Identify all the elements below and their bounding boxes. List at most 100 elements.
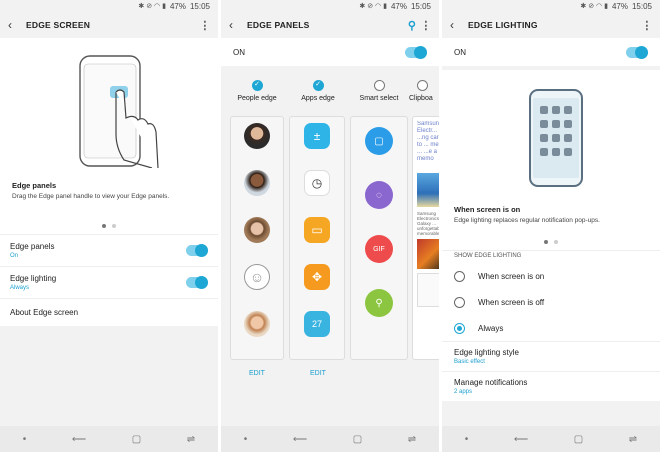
battery-text: 47%: [611, 1, 628, 11]
status-bar: ✱ ⊘ ◠ ▮ 47% 15:05: [0, 0, 218, 12]
people-edit-link[interactable]: EDIT: [227, 370, 287, 377]
apps-edit-link[interactable]: EDIT: [288, 370, 348, 377]
calculator-icon[interactable]: ±: [304, 123, 330, 149]
lighting-heading: When screen is on: [454, 205, 521, 214]
people-edge-select[interactable]: ✓ People edge: [227, 80, 287, 102]
page-indicator: [0, 218, 218, 234]
clock-icon[interactable]: ◷: [304, 170, 330, 196]
radio-button-selected[interactable]: [454, 322, 465, 334]
more-options-icon[interactable]: ⋮: [198, 19, 212, 32]
edge-hand-illustration: [79, 55, 159, 169]
edge-panels-setting[interactable]: Edge panels On: [0, 234, 218, 266]
contact-avatar[interactable]: [244, 311, 270, 337]
edge-screen-phone: ✱ ⊘ ◠ ▮ 47% 15:05 ‹ EDGE SCREEN ⋮ Edge p…: [0, 0, 218, 452]
setting-label: Edge lighting: [10, 274, 57, 283]
option-label: When screen is off: [478, 297, 545, 307]
radio-button[interactable]: [454, 296, 465, 308]
recents-icon[interactable]: ⇌: [187, 434, 195, 445]
home-icon[interactable]: ▢: [132, 434, 141, 445]
edge-panels-phone: ✱ ⊘ ◠ ▮ 47% 15:05 ‹ EDGE PANELS ⚲ ⋮ ON ✓…: [221, 0, 439, 452]
dot-icon[interactable]: •: [23, 434, 27, 445]
edge-lighting-phone: ✱ ⊘ ◠ ▮ 47% 15:05 ‹ EDGE LIGHTING ⋮ ON W…: [442, 0, 660, 452]
nav-bar: • ⟵ ▢ ⇌: [0, 426, 218, 452]
search-icon[interactable]: ⚲: [405, 19, 419, 32]
folder-icon[interactable]: ▭: [304, 217, 330, 243]
dot-icon[interactable]: •: [465, 434, 469, 445]
smart-select-select[interactable]: Smart select: [349, 80, 409, 102]
nav-bar: • ⟵ ▢ ⇌: [221, 426, 439, 452]
smart-select-panel[interactable]: ▢ ◌ GIF ⚲: [350, 116, 408, 360]
edge-panels-toggle[interactable]: [186, 244, 208, 257]
clock: 15:05: [410, 1, 431, 11]
option-screen-on[interactable]: When screen is on: [442, 263, 660, 289]
contact-avatar[interactable]: [244, 217, 270, 243]
panel-label: Smart select: [359, 95, 399, 102]
setting-sub: On: [10, 253, 19, 259]
back-nav-icon[interactable]: ⟵: [514, 434, 528, 445]
more-options-icon[interactable]: ⋮: [640, 19, 654, 32]
recents-icon[interactable]: ⇌: [408, 434, 416, 445]
setting-sub: Basic effect: [454, 359, 485, 365]
option-label: When screen is on: [478, 271, 545, 281]
dot-icon[interactable]: •: [244, 434, 248, 445]
oval-select-icon[interactable]: ◌: [365, 181, 393, 209]
back-arrow-icon[interactable]: ‹: [229, 18, 243, 32]
manage-notifications-setting[interactable]: Manage notifications 2 apps: [442, 371, 660, 401]
clipboard-panel[interactable]: Samsung Electr... ...ng care to ... memo…: [412, 116, 439, 360]
home-icon[interactable]: ▢: [353, 434, 362, 445]
status-icons: ✱ ⊘ ◠ ▮: [138, 3, 166, 10]
battery-text: 47%: [169, 1, 186, 11]
apps-edge-panel[interactable]: ± ◷ ▭ ✥ 27: [289, 116, 345, 360]
clipboard-text: Samsung Electr... ...ng care to ... memo…: [417, 121, 439, 162]
clipboard-news: Samsung Electronics Galaxy ... unforgett…: [417, 211, 439, 235]
contact-avatar[interactable]: [244, 170, 270, 196]
more-options-icon[interactable]: ⋮: [419, 19, 433, 32]
setting-label: About Edge screen: [10, 308, 79, 317]
about-edge-screen-setting[interactable]: About Edge screen: [0, 298, 218, 326]
clock: 15:05: [189, 1, 210, 11]
add-contact-icon[interactable]: ☺: [244, 264, 270, 290]
back-arrow-icon[interactable]: ‹: [8, 18, 22, 32]
on-label: ON: [233, 47, 245, 57]
nav-bar: • ⟵ ▢ ⇌: [442, 426, 660, 452]
option-always[interactable]: Always: [442, 315, 660, 341]
status-bar: ✱ ⊘ ◠ ▮ 47% 15:05: [442, 0, 660, 12]
contact-avatar[interactable]: [244, 123, 270, 149]
back-arrow-icon[interactable]: ‹: [450, 18, 464, 32]
setting-sub: 2 apps: [454, 389, 473, 395]
phone-illustration: [529, 89, 583, 187]
clipboard-select[interactable]: Clipboa: [409, 80, 439, 102]
master-switch-row[interactable]: ON: [221, 38, 439, 66]
setting-label: Edge lighting style: [454, 348, 519, 357]
master-toggle[interactable]: [626, 45, 648, 59]
radio-button[interactable]: [454, 270, 465, 282]
edge-lighting-style-setting[interactable]: Edge lighting style Basic effect: [442, 341, 660, 371]
master-switch-row[interactable]: ON: [442, 38, 660, 66]
battery-text: 47%: [390, 1, 407, 11]
home-icon[interactable]: ▢: [574, 434, 583, 445]
setting-label: Edge panels: [10, 242, 55, 251]
page-title: EDGE PANELS: [247, 20, 310, 30]
people-edge-panel[interactable]: ☺: [230, 116, 284, 360]
edge-lighting-setting[interactable]: Edge lighting Always: [0, 266, 218, 298]
rectangle-select-icon[interactable]: ▢: [365, 127, 393, 155]
edge-settings-list: Edge panels On Edge lighting Always Abou…: [0, 234, 218, 326]
panel-label: Apps edge: [301, 95, 335, 102]
master-toggle[interactable]: [405, 45, 427, 59]
option-screen-off[interactable]: When screen is off: [442, 289, 660, 315]
recents-icon[interactable]: ⇌: [629, 434, 637, 445]
gif-icon[interactable]: GIF: [365, 235, 393, 263]
edge-lighting-toggle[interactable]: [186, 276, 208, 289]
edge-illustration-card: Edge panels Drag the Edge panel handle t…: [0, 38, 218, 218]
panel-label: People edge: [237, 95, 277, 102]
back-nav-icon[interactable]: ⟵: [72, 434, 86, 445]
clock: 15:05: [631, 1, 652, 11]
calendar-icon[interactable]: 27: [304, 311, 330, 337]
pin-icon[interactable]: ⚲: [365, 289, 393, 317]
back-nav-icon[interactable]: ⟵: [293, 434, 307, 445]
apps-edge-select[interactable]: ✓ Apps edge: [288, 80, 348, 102]
unchecked-circle-icon: [373, 80, 385, 91]
lighting-description: Edge lighting replaces regular notificat…: [454, 217, 600, 224]
puzzle-icon[interactable]: ✥: [304, 264, 330, 290]
lighting-illustration-card: When screen is on Edge lighting replaces…: [442, 70, 660, 234]
